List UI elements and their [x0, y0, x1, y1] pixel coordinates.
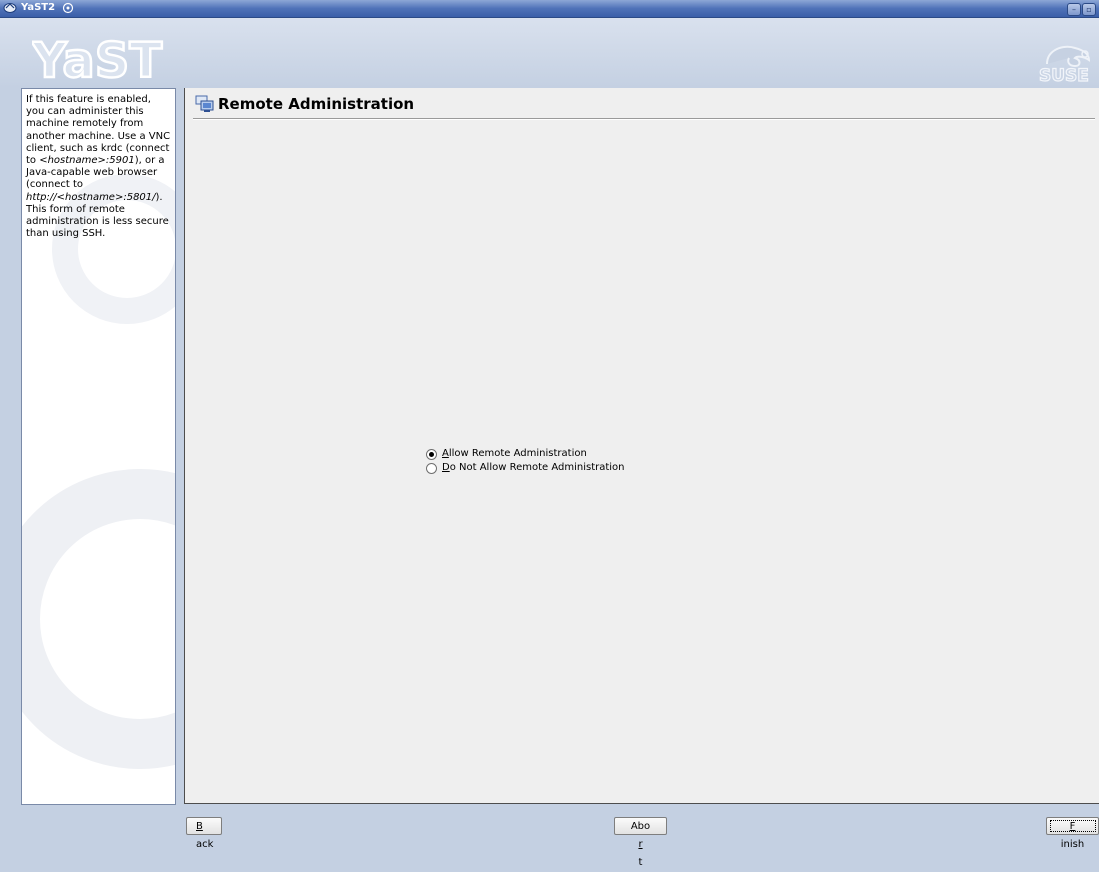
suse-logo-text: SUSE: [1039, 66, 1089, 84]
window-titlebar[interactable]: YaST2 – ▫: [0, 0, 1099, 18]
main-content: Remote Administration Allow Remote Admin…: [184, 88, 1099, 804]
header-band: YaST SUSE: [0, 18, 1099, 91]
finish-button[interactable]: Finish: [1046, 817, 1099, 850]
help-panel[interactable]: If this feature is enabled, you can admi…: [21, 88, 176, 805]
suse-chameleon-icon: [62, 1, 74, 17]
abort-button-label: Abo r t: [630, 821, 651, 868]
help-text-hostname-http: http://<hostname>:5801/: [26, 191, 156, 203]
radio-button-checked[interactable]: [426, 449, 437, 460]
help-text: If this feature is enabled, you can admi…: [26, 94, 171, 240]
suse-logo: SUSE: [1037, 38, 1093, 87]
radio-label-mnemonic: D: [442, 462, 450, 473]
maximize-button[interactable]: ▫: [1082, 3, 1096, 16]
radio-button-unchecked[interactable]: [426, 463, 437, 474]
back-button-label: Back: [196, 821, 214, 850]
page-title: Remote Administration: [218, 95, 415, 113]
window-title: YaST2: [21, 2, 56, 13]
remote-admin-icon: [195, 95, 215, 116]
radio-label-text: llow Remote Administration: [448, 448, 587, 459]
yast-logo-text: YaST: [32, 35, 162, 85]
focus-ring: [1050, 820, 1096, 832]
back-button[interactable]: Back: [186, 817, 222, 850]
radio-label-disallow[interactable]: Do Not Allow Remote Administration: [442, 462, 625, 474]
minimize-button[interactable]: –: [1067, 3, 1081, 16]
help-text-hostname-vnc: <hostname>:5901: [39, 155, 135, 167]
yast-logo: YaST: [30, 32, 172, 91]
heading-divider: [193, 118, 1095, 120]
radio-label-mnemonic: A: [442, 448, 449, 459]
abort-button[interactable]: Abo r t: [614, 817, 667, 868]
radio-label-text: o Not Allow Remote Administration: [449, 462, 625, 473]
yast-app-icon: [3, 1, 18, 17]
radio-label-allow[interactable]: Allow Remote Administration: [442, 448, 587, 460]
